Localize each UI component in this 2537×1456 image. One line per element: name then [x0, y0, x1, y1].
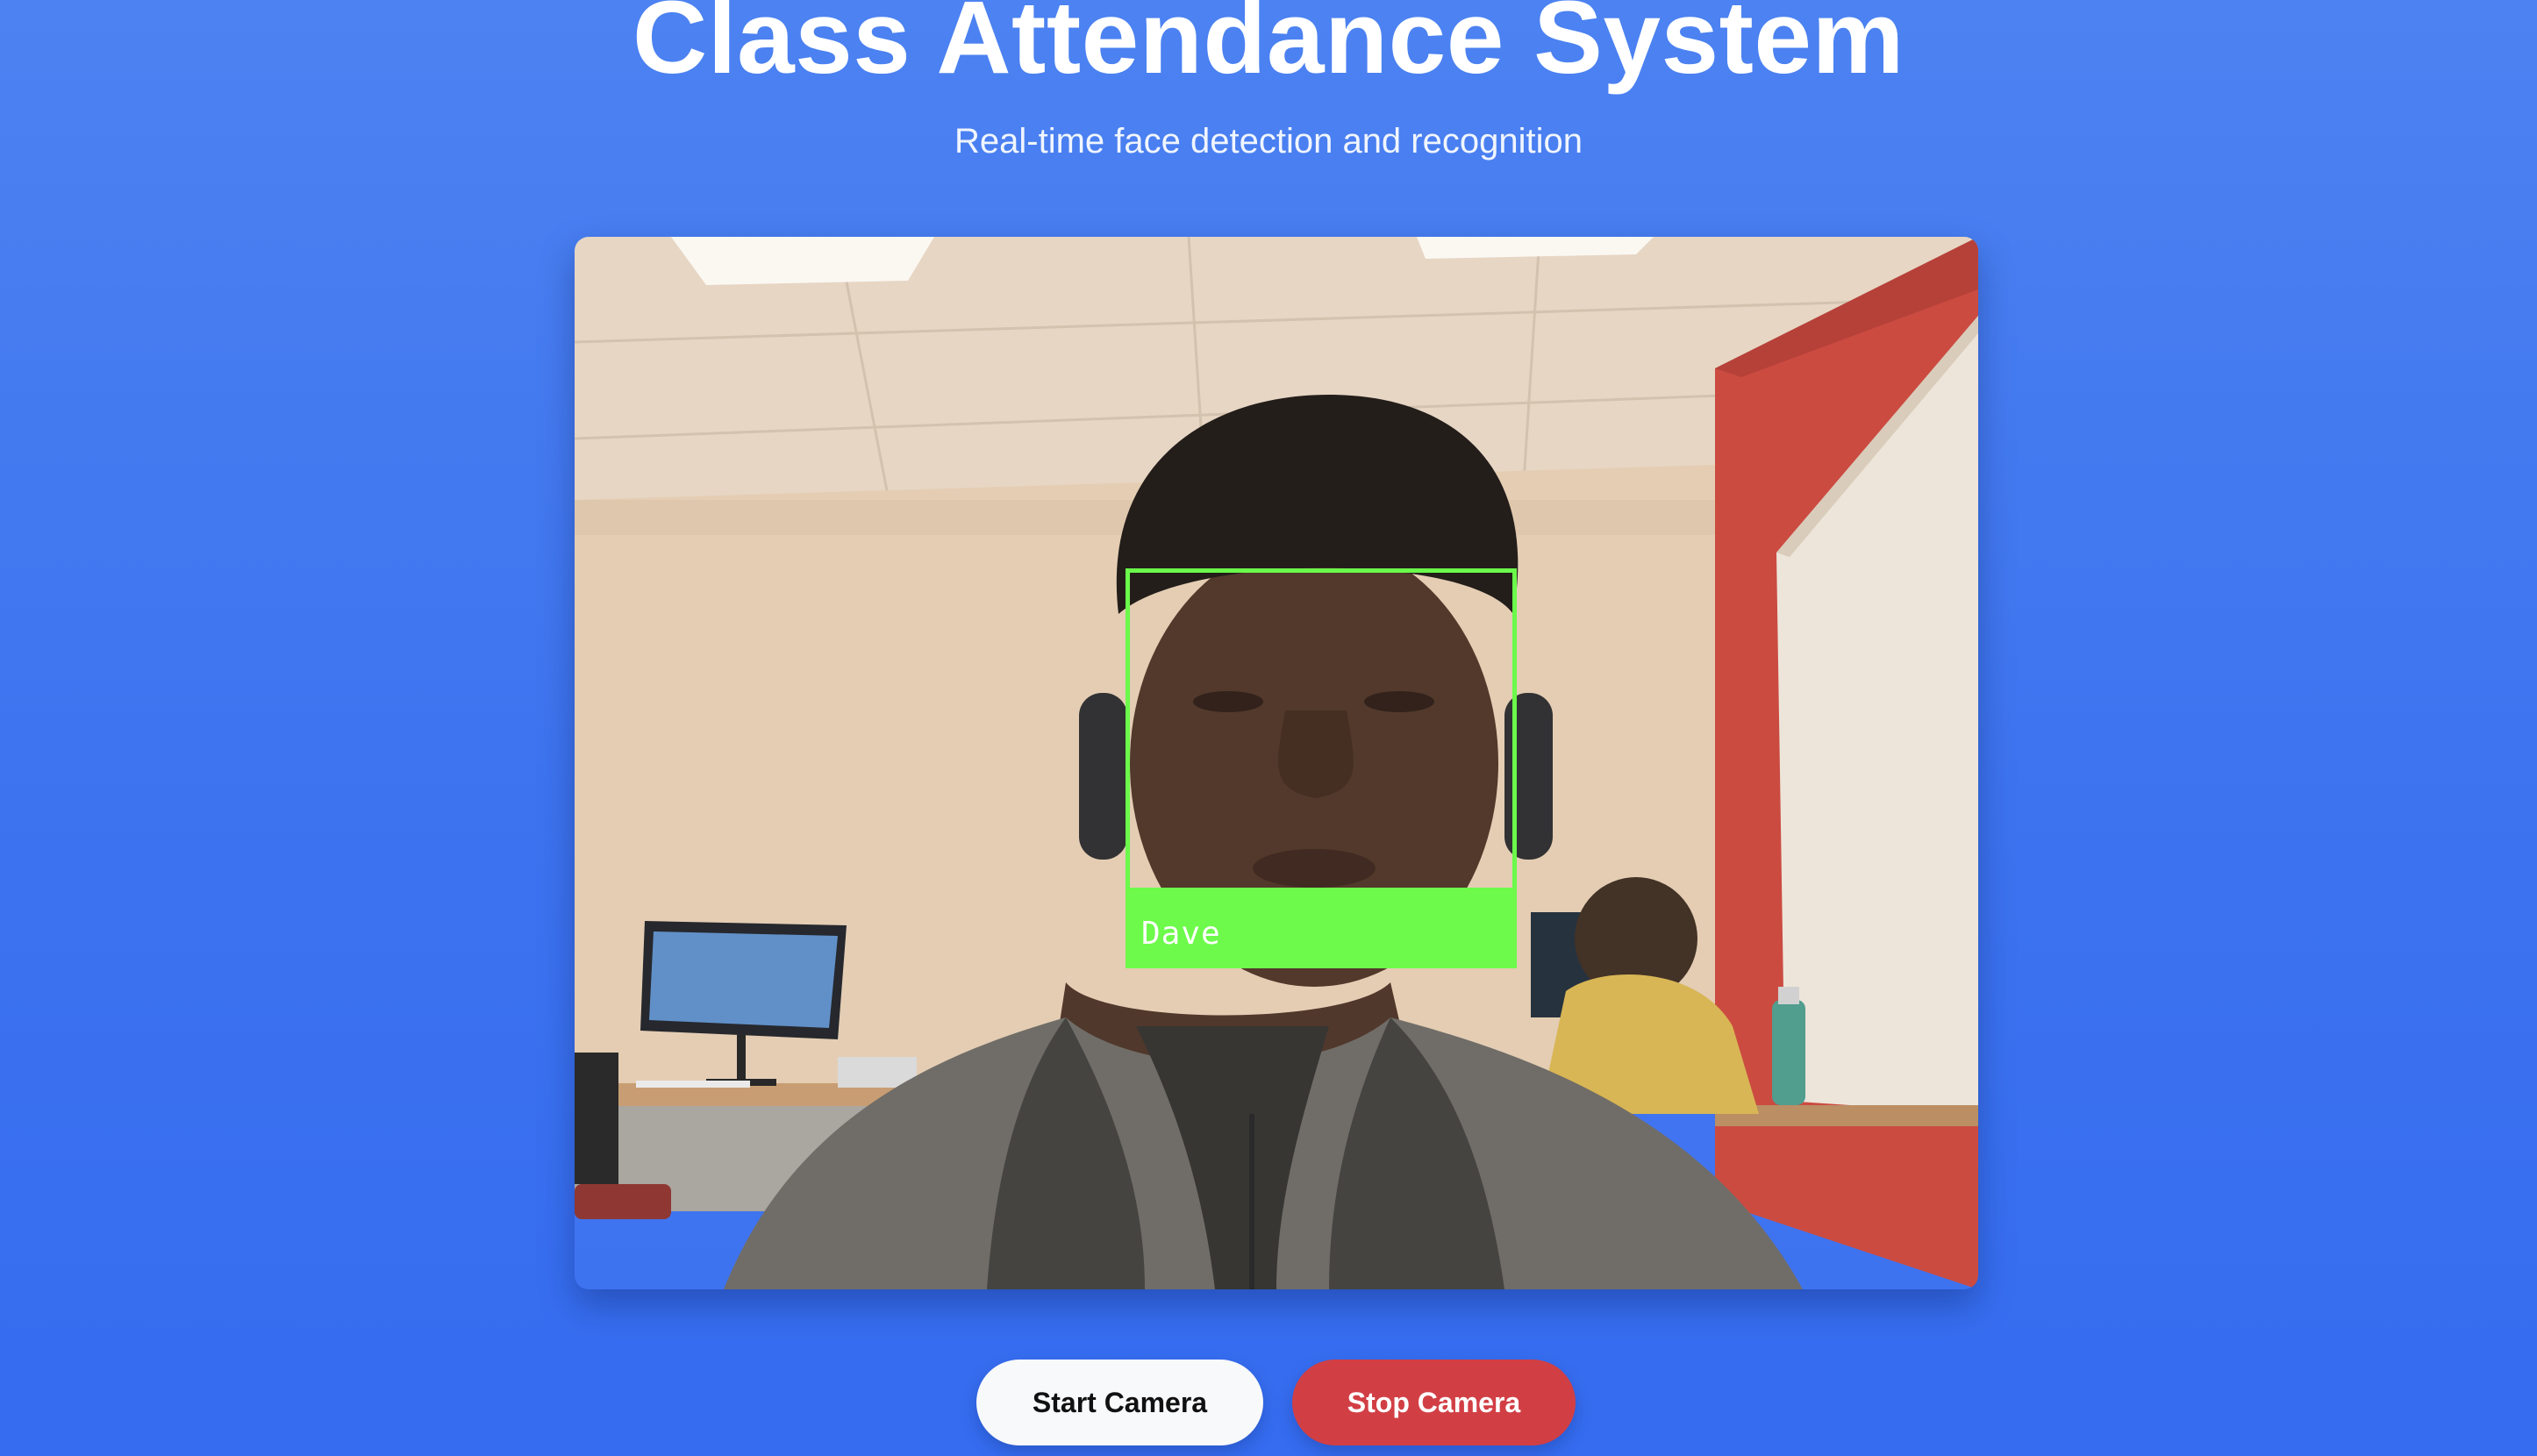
camera-feed: Dave	[575, 237, 1978, 1289]
page-subtitle: Real-time face detection and recognition	[954, 122, 1583, 161]
stop-camera-button[interactable]: Stop Camera	[1292, 1360, 1576, 1445]
page-title: Class Attendance System	[632, 0, 1905, 96]
start-camera-button[interactable]: Start Camera	[976, 1360, 1263, 1445]
detected-name-label: Dave	[1126, 888, 1517, 968]
